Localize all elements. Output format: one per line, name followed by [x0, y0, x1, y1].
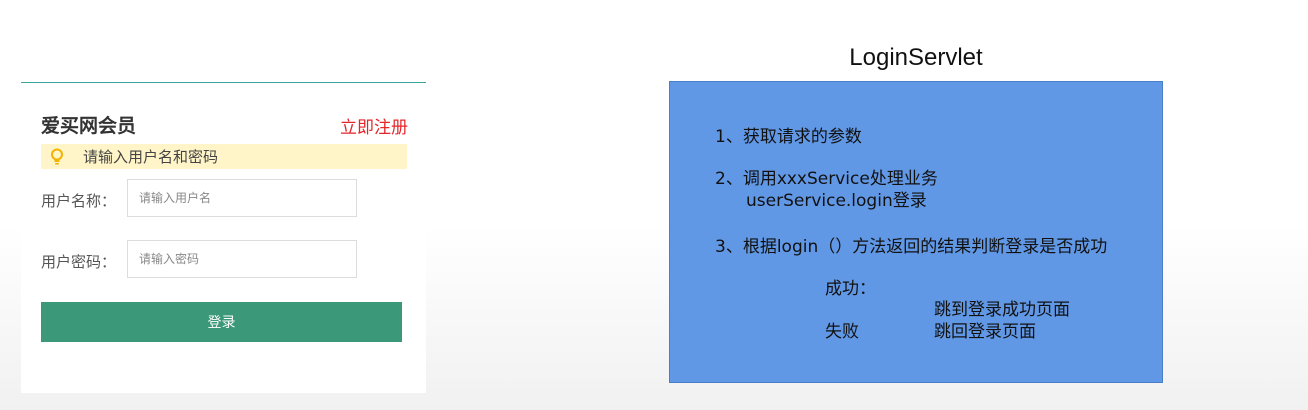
login-button[interactable]: 登录: [41, 302, 402, 342]
register-link[interactable]: 立即注册: [340, 113, 408, 138]
tip-bar: 请输入用户名和密码: [41, 144, 407, 169]
login-card: 爱买网会员 立即注册 请输入用户名和密码 用户名称： 用户密码： 登录: [21, 82, 426, 393]
servlet-box: 1、获取请求的参数 2、调用xxxService处理业务 userService…: [669, 81, 1163, 383]
form-title: 爱买网会员: [41, 115, 137, 137]
success-label: 成功：: [825, 279, 876, 299]
step-3: 3、根据login（）方法返回的结果判断登录是否成功: [715, 237, 1108, 257]
username-label: 用户名称：: [41, 192, 117, 210]
username-input[interactable]: [127, 179, 357, 217]
step-1: 1、获取请求的参数: [715, 127, 862, 147]
lightbulb-icon: [51, 148, 63, 165]
fail-label: 失败: [825, 322, 859, 342]
servlet-title: LoginServlet: [849, 44, 983, 71]
fail-action: 跳回登录页面: [934, 322, 1036, 342]
step-2-detail: userService.login登录: [746, 191, 927, 211]
tip-text: 请输入用户名和密码: [83, 148, 219, 166]
password-label: 用户密码：: [41, 253, 117, 271]
password-input[interactable]: [127, 240, 357, 278]
